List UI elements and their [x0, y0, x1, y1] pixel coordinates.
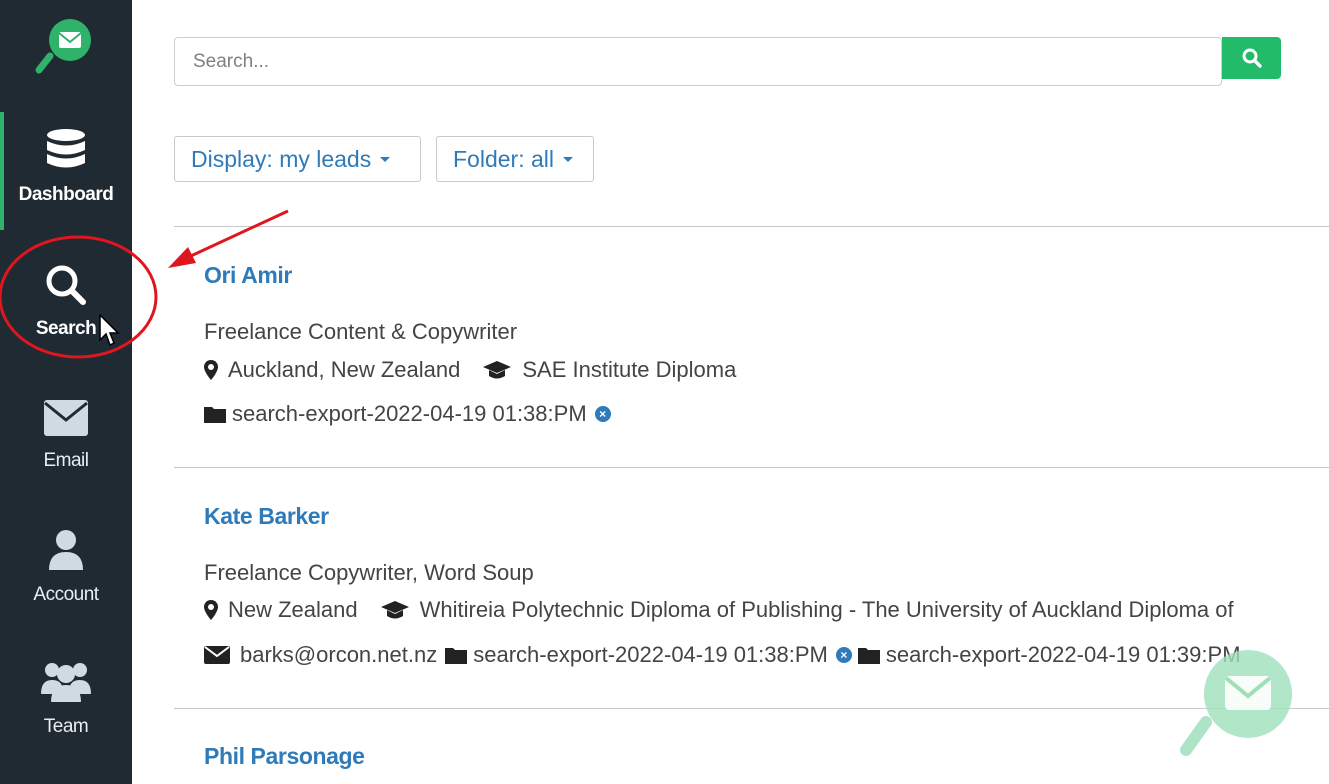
lead-meta: Auckland, New Zealand SAE Institute Dipl… [204, 357, 736, 383]
sidebar-item-team[interactable]: Team [0, 660, 132, 738]
sidebar-item-label: Search [35, 318, 97, 339]
lead-education: Whitireia Polytechnic Diploma of Publish… [419, 597, 1234, 622]
lead-meta: New Zealand Whitireia Polytechnic Diplom… [204, 597, 1234, 623]
remove-folder-icon[interactable]: × [594, 406, 611, 422]
lead-title-text: Freelance Content & Copywriter [204, 319, 518, 344]
envelope-icon [0, 398, 132, 444]
search-input[interactable] [174, 37, 1222, 86]
remove-folder-icon[interactable]: × [835, 647, 852, 663]
graduation-cap-icon [380, 600, 410, 620]
map-marker-icon [204, 600, 218, 620]
folder-dropdown[interactable]: Folder: all [436, 136, 594, 182]
sidebar-item-label: Email [43, 450, 89, 471]
lead-name-link[interactable]: Ori Amir [204, 262, 292, 289]
lead-folders: search-export-2022-04-19 01:38:PM × [204, 401, 611, 427]
divider [174, 467, 1329, 468]
divider [174, 708, 1329, 709]
user-icon [0, 528, 132, 578]
folder-icon [445, 646, 468, 664]
app-logo[interactable] [34, 18, 98, 76]
lead-title-text: Freelance Copywriter, Word Soup [204, 560, 534, 585]
map-marker-icon [204, 360, 218, 380]
lead-contacts: barks@orcon.net.nz search-export-2022-04… [204, 642, 1241, 668]
sidebar: Dashboard Search Email Account Team [0, 0, 132, 784]
graduation-cap-icon [482, 360, 512, 380]
sidebar-item-label: Dashboard [18, 184, 114, 205]
folder-icon [204, 405, 226, 423]
sidebar-item-label: Team [43, 716, 89, 737]
folder-tag[interactable]: search-export-2022-04-19 01:38:PM [232, 401, 587, 427]
divider [174, 226, 1329, 227]
database-icon [0, 128, 132, 178]
lead-title: Freelance Content & Copywriter [204, 319, 517, 345]
search-button[interactable] [1222, 37, 1281, 79]
display-dropdown-label: Display: my leads [191, 145, 372, 172]
envelope-icon [204, 646, 230, 664]
lead-location: Auckland, New Zealand [228, 357, 461, 382]
lead-email[interactable]: barks@orcon.net.nz [240, 642, 437, 668]
folder-icon [857, 646, 880, 664]
search-icon [0, 264, 132, 312]
lead-name-link[interactable]: Kate Barker [204, 503, 329, 530]
team-icon [0, 660, 132, 710]
sidebar-item-search[interactable]: Search [0, 264, 132, 340]
sidebar-item-account[interactable]: Account [0, 528, 132, 606]
sidebar-item-dashboard[interactable]: Dashboard [0, 128, 132, 206]
search-icon [1242, 48, 1262, 68]
sidebar-item-label: Account [33, 584, 99, 605]
caret-down-icon [562, 156, 573, 162]
folder-dropdown-label: Folder: all [453, 145, 554, 172]
lead-name-link[interactable]: Phil Parsonage [204, 743, 365, 770]
lead-title: Freelance Copywriter, Word Soup [204, 560, 534, 586]
folder-tag[interactable]: search-export-2022-04-19 01:38:PM [473, 642, 828, 668]
lead-location: New Zealand [228, 597, 358, 622]
sidebar-item-email[interactable]: Email [0, 398, 132, 472]
caret-down-icon [380, 156, 391, 162]
folder-tag[interactable]: search-export-2022-04-19 01:39:PM [886, 642, 1241, 668]
lead-education: SAE Institute Diploma [522, 357, 737, 382]
display-dropdown[interactable]: Display: my leads [174, 136, 421, 182]
